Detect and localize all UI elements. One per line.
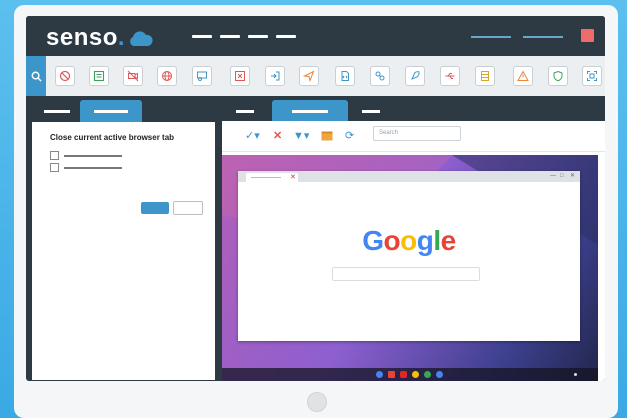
usb-icon[interactable] bbox=[440, 66, 460, 86]
network-icon[interactable] bbox=[370, 66, 390, 86]
activity-panel-tabs bbox=[222, 100, 605, 121]
screen-user-icon[interactable] bbox=[192, 66, 212, 86]
task-title: Close current active browser tab bbox=[50, 133, 175, 142]
checklist-icon[interactable] bbox=[89, 66, 109, 86]
search-input[interactable]: Search bbox=[373, 126, 461, 141]
browser-tab[interactable]: ✕ bbox=[246, 173, 298, 182]
globe-icon[interactable] bbox=[157, 66, 177, 86]
option-checkbox-1[interactable] bbox=[50, 151, 59, 160]
browser-tab-title bbox=[251, 177, 281, 178]
database-icon[interactable] bbox=[475, 66, 495, 86]
nav-menu-item-1[interactable] bbox=[192, 35, 212, 38]
senso-logo: senso. bbox=[46, 22, 153, 54]
warning-icon[interactable] bbox=[513, 66, 533, 86]
check-dropdown-icon[interactable]: ✓▾ bbox=[245, 129, 260, 143]
send-icon[interactable] bbox=[299, 66, 319, 86]
option-label-1 bbox=[64, 155, 122, 157]
close-icon[interactable] bbox=[581, 29, 594, 42]
option-checkbox-2[interactable] bbox=[50, 163, 59, 172]
nav-menu-item-2[interactable] bbox=[220, 35, 240, 38]
status-tray-icon[interactable] bbox=[574, 373, 577, 376]
browser-tab-strip: ✕ — □ ✕ bbox=[238, 171, 580, 182]
gmail-icon[interactable] bbox=[388, 371, 395, 378]
maximize-icon[interactable]: □ bbox=[560, 172, 564, 181]
activity-panel: ✓▾ ✕ ▼▾ ⟳ Search ✕ — □ ✕ Google bbox=[222, 100, 605, 381]
scan-icon[interactable] bbox=[582, 66, 602, 86]
close-window-icon[interactable] bbox=[230, 66, 250, 86]
tab-3[interactable] bbox=[362, 110, 380, 113]
logo-text: senso bbox=[46, 24, 118, 51]
google-logo: Google bbox=[362, 225, 456, 256]
app-screen: senso. Close current active browser tab … bbox=[26, 16, 605, 381]
cancel-button[interactable] bbox=[173, 201, 203, 215]
filter-dropdown-icon[interactable]: ▼▾ bbox=[293, 129, 309, 143]
background: senso. Close current active browser tab … bbox=[0, 0, 627, 418]
delete-icon[interactable]: ✕ bbox=[273, 129, 282, 143]
tab-1[interactable] bbox=[44, 110, 70, 113]
refresh-icon[interactable]: ⟳ bbox=[345, 129, 354, 143]
search-icon[interactable] bbox=[26, 56, 46, 96]
no-video-icon[interactable] bbox=[123, 66, 143, 86]
rocket-icon[interactable] bbox=[405, 66, 425, 86]
remote-desktop-view[interactable]: ✕ — □ ✕ Google bbox=[222, 155, 598, 381]
chrome-icon[interactable] bbox=[376, 371, 383, 378]
shield-icon[interactable] bbox=[548, 66, 568, 86]
browser-window[interactable]: ✕ — □ ✕ Google bbox=[238, 171, 580, 341]
tab-2-label bbox=[94, 110, 128, 113]
file-code-icon[interactable] bbox=[335, 66, 355, 86]
tool-toolbar bbox=[26, 56, 605, 96]
header-link-1[interactable] bbox=[471, 36, 511, 38]
login-icon[interactable] bbox=[265, 66, 285, 86]
tab-2-active[interactable] bbox=[272, 100, 348, 121]
play-store-icon[interactable] bbox=[424, 371, 431, 378]
block-icon[interactable] bbox=[55, 66, 75, 86]
app-icon[interactable] bbox=[436, 371, 443, 378]
youtube-icon[interactable] bbox=[400, 371, 407, 378]
google-search-box[interactable] bbox=[332, 267, 480, 281]
nav-menu-item-3[interactable] bbox=[248, 35, 268, 38]
top-bar: senso. bbox=[26, 16, 605, 56]
window-close-icon[interactable]: ✕ bbox=[570, 172, 575, 181]
tab-1[interactable] bbox=[236, 110, 254, 113]
task-panel: Close current active browser tab bbox=[32, 100, 215, 380]
files-icon[interactable] bbox=[412, 371, 419, 378]
folder-icon[interactable] bbox=[321, 130, 333, 145]
cloud-icon bbox=[127, 26, 153, 54]
os-shelf bbox=[222, 368, 598, 381]
nav-menu-item-4[interactable] bbox=[276, 35, 296, 38]
monitor-power-button bbox=[307, 392, 327, 412]
option-label-2 bbox=[64, 167, 122, 169]
tab-2-active[interactable] bbox=[80, 100, 142, 122]
header-link-2[interactable] bbox=[523, 36, 563, 38]
minimize-icon[interactable]: — bbox=[550, 172, 556, 181]
tab-2-label bbox=[292, 110, 328, 113]
submit-button[interactable] bbox=[141, 202, 169, 214]
task-panel-tabs bbox=[32, 100, 215, 122]
tab-close-icon[interactable]: ✕ bbox=[290, 173, 296, 182]
